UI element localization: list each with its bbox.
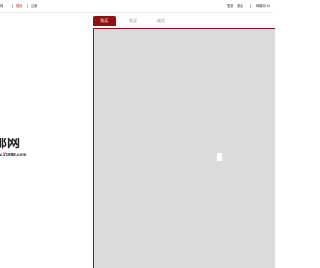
tab-sell[interactable]: 发买	[122, 16, 144, 26]
content-panel	[93, 28, 275, 268]
register-link[interactable]: 注册	[31, 0, 37, 12]
topbar-brand: 网	[0, 4, 4, 8]
slider-handle[interactable]	[217, 153, 222, 161]
site-logo[interactable]: 邮网 w.if1988.com	[0, 138, 60, 168]
top-bar: 网 首页 注册 登录 退出 邮箱网 ID	[0, 0, 273, 13]
logo-domain-suffix: 1988.com	[5, 152, 27, 157]
login-link[interactable]: 登录	[227, 0, 233, 12]
tab-buy[interactable]: 购买	[93, 16, 116, 26]
topbar-divider	[12, 4, 13, 8]
logo-title: 邮网	[0, 138, 21, 151]
topbar-divider	[27, 4, 28, 8]
logo-domain: w.if1988.com	[0, 152, 26, 157]
user-menu-link[interactable]: 邮箱网 ID	[256, 0, 270, 12]
logout-link[interactable]: 退出	[237, 0, 243, 12]
topbar-divider	[250, 4, 251, 8]
home-link[interactable]: 首页	[16, 0, 22, 12]
tab-deals[interactable]: 成交	[150, 16, 172, 26]
